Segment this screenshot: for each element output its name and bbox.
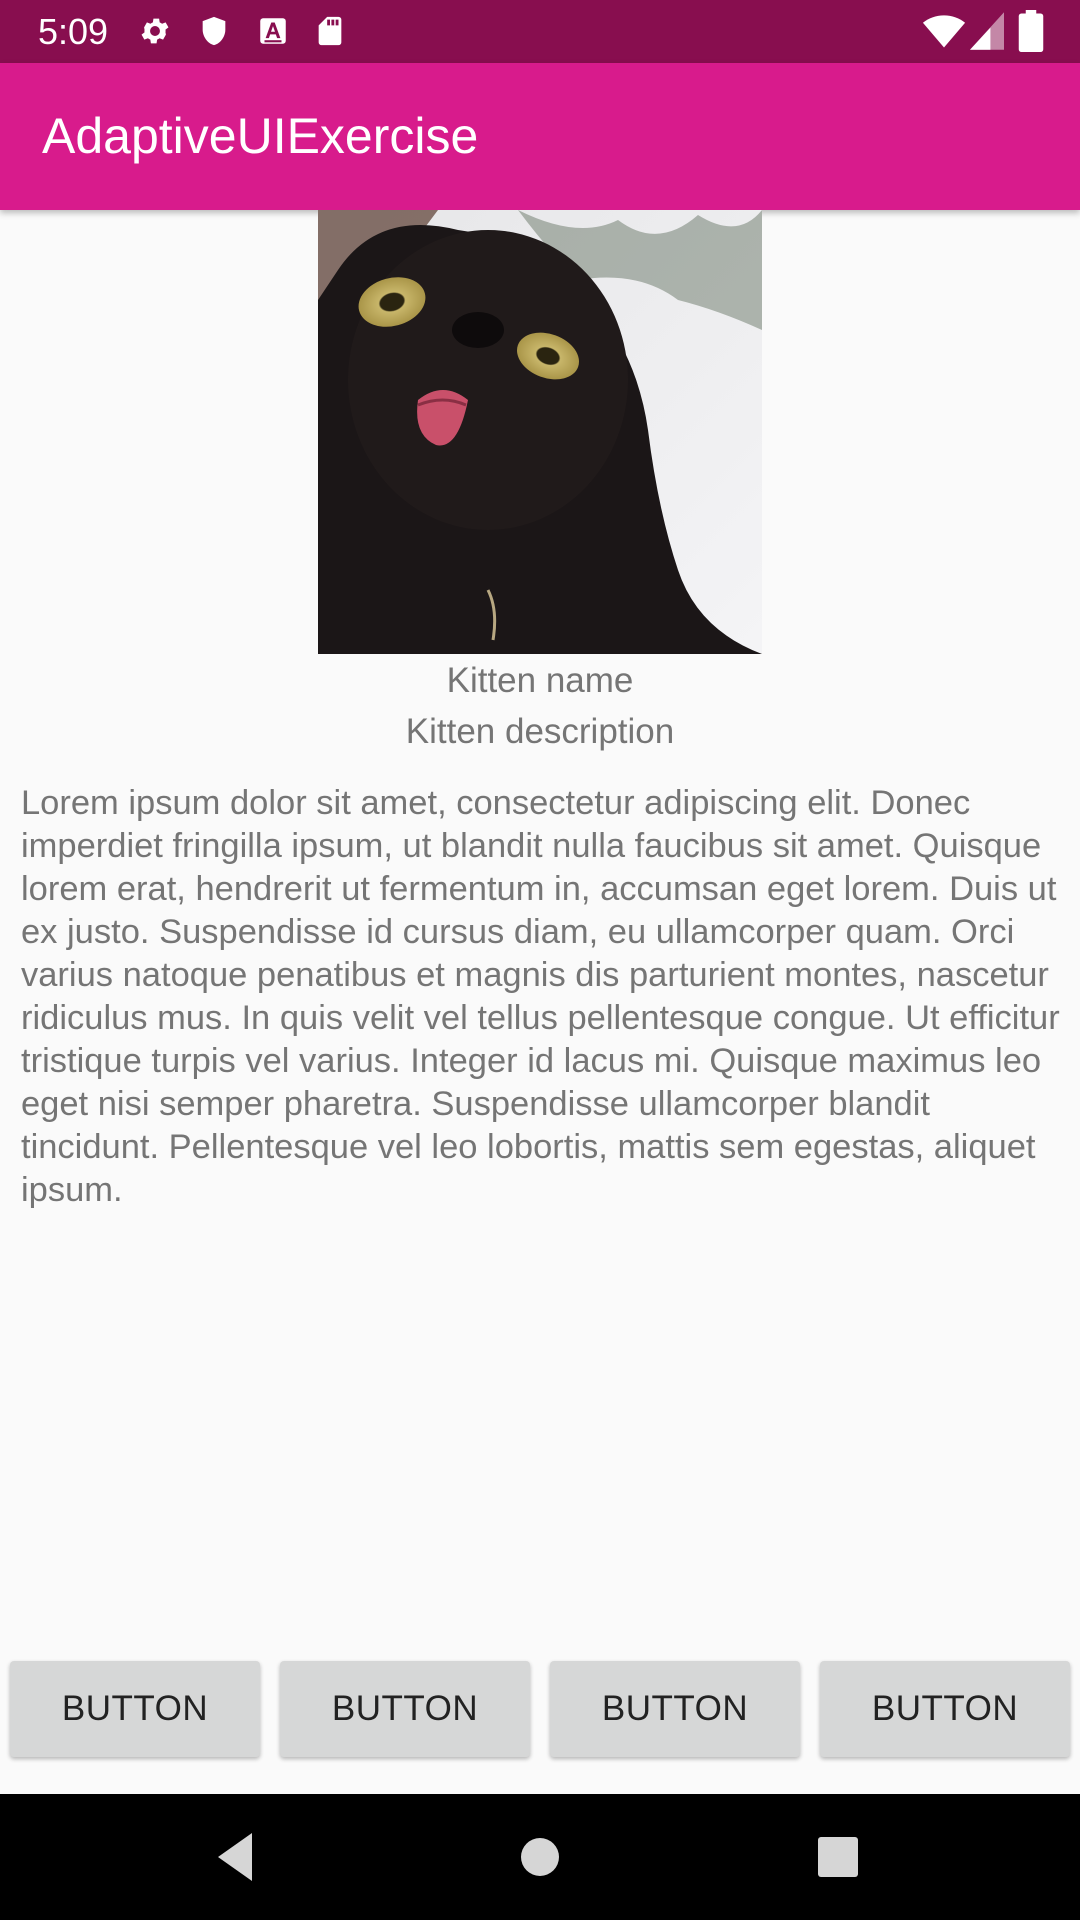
button-3[interactable]: BUTTON: [550, 1661, 800, 1757]
sd-card-icon: [318, 16, 342, 46]
shield-icon: [202, 16, 226, 46]
kitten-name: Kitten name: [446, 661, 634, 700]
back-icon[interactable]: [210, 1827, 270, 1887]
home-icon[interactable]: [510, 1827, 570, 1887]
nav-bar: [0, 1794, 1080, 1920]
kitten-image: [318, 210, 762, 654]
signal-icon: [970, 12, 1004, 50]
battery-icon: [1018, 10, 1044, 52]
status-bar: 5:09: [0, 0, 1080, 63]
button-row: BUTTON BUTTON BUTTON BUTTON: [0, 1661, 1080, 1759]
body-text: Lorem ipsum dolor sit amet, consectetur …: [21, 784, 1060, 1209]
app-bar: AdaptiveUIExercise: [0, 63, 1080, 210]
kitten-description: Kitten description: [405, 712, 675, 751]
button-1[interactable]: BUTTON: [10, 1661, 260, 1757]
app-title: AdaptiveUIExercise: [42, 108, 479, 164]
wifi-icon: [922, 15, 966, 48]
a-box-icon: [260, 18, 286, 44]
recents-icon[interactable]: [808, 1827, 868, 1887]
status-time: 5:09: [38, 11, 109, 52]
gear-icon: [141, 18, 169, 44]
button-4[interactable]: BUTTON: [820, 1661, 1070, 1757]
button-2[interactable]: BUTTON: [280, 1661, 530, 1757]
